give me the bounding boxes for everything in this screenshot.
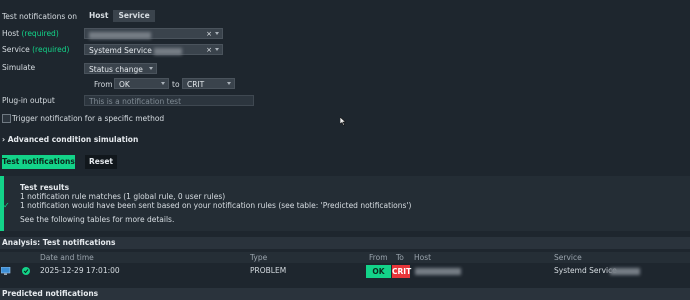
results-title: Test results xyxy=(20,183,70,192)
chevron-right-icon: › xyxy=(2,135,6,144)
host-value-redacted xyxy=(89,31,151,39)
toggle-service[interactable]: Service xyxy=(113,10,155,22)
from-label: From xyxy=(94,80,113,89)
test-results-panel: ✓ Test results 1 notification rule match… xyxy=(0,176,690,231)
clear-service-icon[interactable]: × xyxy=(206,45,212,56)
check-icon: ✓ xyxy=(3,201,10,210)
analysis-header: Analysis: Test notifications xyxy=(0,237,690,249)
service-label: Service (required) xyxy=(2,45,70,54)
row-service-redacted xyxy=(610,268,640,275)
host-required: (required) xyxy=(21,29,59,38)
row-type: PROBLEM xyxy=(250,266,287,275)
col-host: Host xyxy=(414,253,432,262)
results-line3: See the following tables for more detail… xyxy=(20,215,175,224)
col-datetime: Date and time xyxy=(40,253,94,262)
service-value: Systemd Service xyxy=(89,46,152,55)
notification-monitor-icon[interactable] xyxy=(1,267,11,276)
col-type: Type xyxy=(250,253,268,262)
from-select[interactable]: OK xyxy=(114,78,169,89)
service-select[interactable]: Systemd Service × xyxy=(84,44,223,55)
simulate-label: Simulate xyxy=(2,63,36,72)
row-from-badge: OK xyxy=(366,265,391,278)
trigger-checkbox-label: Trigger notification for a specific meth… xyxy=(12,114,165,123)
simulate-value: Status change xyxy=(89,65,143,74)
service-required: (required) xyxy=(32,45,70,54)
test-on-label: Test notifications on xyxy=(2,12,77,21)
table-row: 2025-12-29 17:01:00 PROBLEM OK CRIT Syst… xyxy=(0,264,690,278)
trigger-checkbox[interactable] xyxy=(2,114,11,123)
chevron-down-icon xyxy=(215,48,219,51)
plugin-output-placeholder: This is a notification test xyxy=(89,97,182,106)
reset-button[interactable]: Reset xyxy=(85,155,117,169)
from-value: OK xyxy=(119,80,130,89)
results-line1: 1 notification rule matches (1 global ru… xyxy=(20,192,226,201)
row-service: Systemd Service xyxy=(554,266,617,275)
host-service-toggle: Host Service xyxy=(84,10,155,22)
analysis-table-head: Date and time Type From To Host Service xyxy=(0,252,690,263)
to-select[interactable]: CRIT xyxy=(182,78,235,89)
row-to-badge: CRIT xyxy=(392,265,412,278)
chevron-down-icon xyxy=(227,82,231,85)
row-datetime: 2025-12-29 17:01:00 xyxy=(40,266,120,275)
clear-host-icon[interactable]: × xyxy=(206,29,212,40)
advanced-label: Advanced condition simulation xyxy=(7,135,139,144)
simulate-select[interactable]: Status change xyxy=(84,63,157,74)
plugin-output-label: Plug-in output xyxy=(2,96,55,105)
ok-status-icon xyxy=(22,267,30,275)
col-to: To xyxy=(396,253,404,262)
host-label: Host (required) xyxy=(2,29,59,38)
col-service: Service xyxy=(554,253,582,262)
chevron-down-icon xyxy=(215,32,219,35)
results-line2: 1 notification would have been sent base… xyxy=(20,201,412,210)
test-notifications-button[interactable]: Test notifications xyxy=(2,155,75,169)
row-host-redacted xyxy=(415,268,461,275)
predicted-header: Predicted notifications xyxy=(0,288,690,300)
service-value-redacted xyxy=(154,47,183,55)
mouse-cursor-icon xyxy=(340,117,346,126)
chevron-down-icon xyxy=(149,67,153,70)
plugin-output-input[interactable]: This is a notification test xyxy=(84,95,254,106)
host-select[interactable]: × xyxy=(84,28,223,39)
to-label: to xyxy=(172,80,180,89)
advanced-toggle[interactable]: › Advanced condition simulation xyxy=(2,135,138,144)
to-value: CRIT xyxy=(187,80,205,89)
toggle-host[interactable]: Host xyxy=(84,10,114,22)
chevron-down-icon xyxy=(161,82,165,85)
col-from: From xyxy=(369,253,388,262)
